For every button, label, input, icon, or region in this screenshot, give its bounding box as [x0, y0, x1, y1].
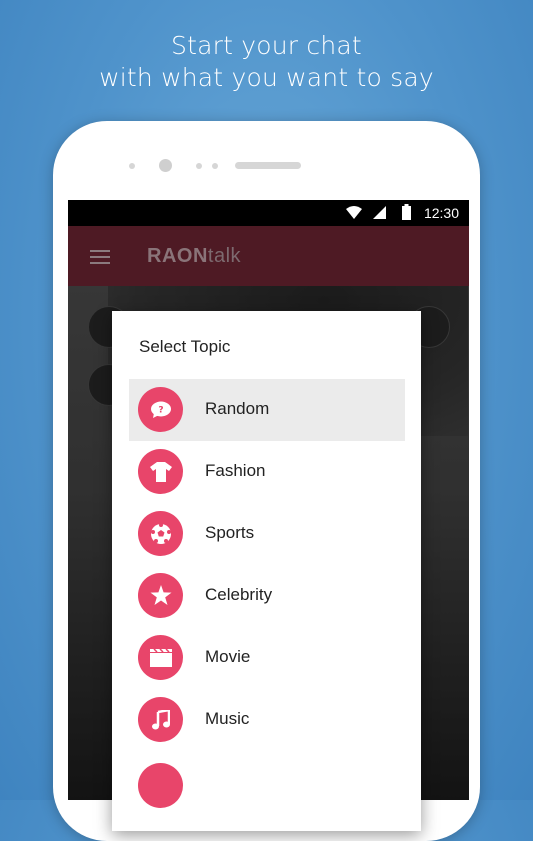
- topic-label: Random: [205, 399, 270, 418]
- promo-line-2: with what you want to say: [99, 63, 434, 92]
- music-note-icon: [138, 697, 183, 742]
- promo-headline: Start your chat with what you want to sa…: [0, 30, 533, 94]
- brand-bold: RAON: [147, 245, 208, 267]
- svg-text:?: ?: [158, 405, 163, 415]
- battery-icon: [402, 204, 411, 223]
- topic-label: Celebrity: [205, 585, 273, 604]
- topic-item-movie[interactable]: Movie: [129, 627, 405, 689]
- status-bar: 12:30: [68, 200, 469, 226]
- topic-label: Sports: [205, 523, 255, 542]
- hamburger-menu-icon[interactable]: [90, 250, 110, 268]
- promo-line-1: Start your chat: [171, 31, 362, 60]
- topic-label: Movie: [205, 647, 251, 666]
- topic-item-sports[interactable]: Sports: [129, 503, 405, 565]
- topic-item-fashion[interactable]: Fashion: [129, 441, 405, 503]
- status-time: 12:30: [423, 205, 459, 221]
- topic-item-music[interactable]: Music: [129, 689, 405, 751]
- signal-icon: [373, 206, 387, 223]
- app-logo: RAONtalk: [147, 245, 241, 268]
- speech-bubble-question-icon: ?: [138, 387, 183, 432]
- topic-item-next-icon[interactable]: [138, 763, 183, 808]
- star-icon: [138, 573, 183, 618]
- speaker-grill: [235, 162, 301, 169]
- tshirt-icon: [138, 449, 183, 494]
- topic-item-random[interactable]: ? Random: [129, 379, 405, 441]
- select-topic-dialog: Select Topic ? Random Fashion Sports Cel…: [112, 311, 421, 831]
- topic-label: Music: [205, 709, 250, 728]
- topic-item-celebrity[interactable]: Celebrity: [129, 565, 405, 627]
- topic-label: Fashion: [205, 461, 266, 480]
- dialog-title: Select Topic: [139, 337, 231, 356]
- app-bar: RAONtalk: [68, 226, 469, 286]
- wifi-icon: [346, 206, 362, 223]
- soccer-ball-icon: [138, 511, 183, 556]
- clapperboard-icon: [138, 635, 183, 680]
- brand-light: talk: [207, 245, 242, 267]
